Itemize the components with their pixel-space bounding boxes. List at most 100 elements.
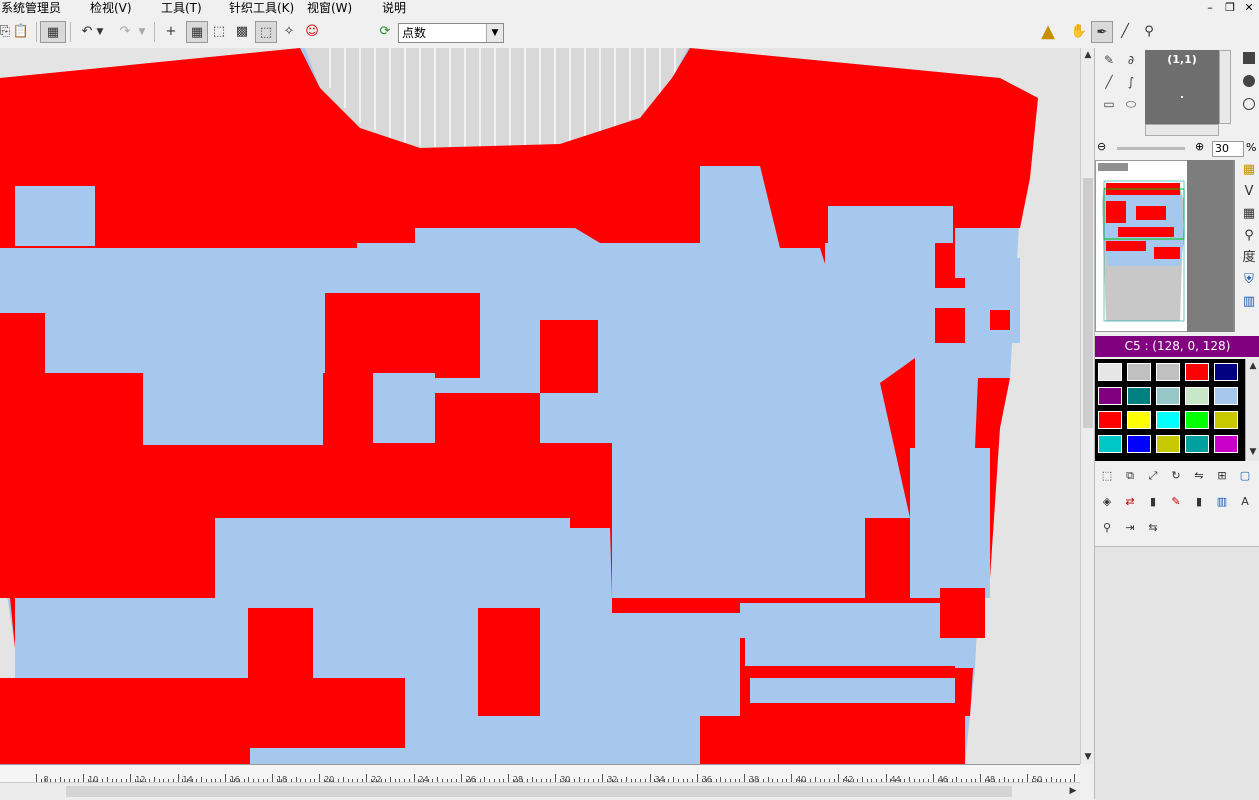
grid-icon[interactable]: ▦ bbox=[186, 21, 208, 43]
line-icon[interactable]: ╱ bbox=[1114, 21, 1136, 43]
palette-scrollbar[interactable]: ▲ ▼ bbox=[1245, 359, 1259, 461]
ellipse-icon[interactable]: ⬭ bbox=[1121, 94, 1141, 114]
marker-icon[interactable]: ⚲ bbox=[1097, 518, 1117, 538]
zoom-out-icon[interactable]: ⊖ bbox=[1097, 140, 1106, 153]
mask-icon[interactable]: ☺ bbox=[301, 21, 323, 43]
redo-icon[interactable]: ↷ bbox=[114, 21, 136, 43]
edit-brush-icon[interactable]: ✎ bbox=[1166, 492, 1186, 512]
grid-toggle-icon[interactable]: ▦ bbox=[40, 21, 66, 43]
scroll-down-icon[interactable]: ▼ bbox=[1246, 445, 1259, 459]
pencil-icon[interactable]: ✎ bbox=[1099, 50, 1119, 70]
palette-swatch[interactable] bbox=[1214, 387, 1238, 405]
bars-icon[interactable]: ▥ bbox=[1239, 292, 1259, 312]
square-brush-icon[interactable] bbox=[1243, 52, 1255, 64]
figure-icon[interactable]: ⚲ bbox=[1138, 21, 1160, 43]
garment-icon[interactable]: ▲ bbox=[1037, 21, 1059, 43]
coordinate-vscroll[interactable] bbox=[1219, 50, 1231, 124]
palette-swatch[interactable] bbox=[1098, 387, 1122, 405]
column-repeat-icon[interactable]: ▮ bbox=[1189, 492, 1209, 512]
unit-select[interactable]: 点数 ▼ bbox=[398, 23, 504, 43]
palette-swatch[interactable] bbox=[1127, 387, 1151, 405]
scroll-up-icon[interactable]: ▲ bbox=[1246, 359, 1259, 373]
select-region-icon[interactable]: ⬚ bbox=[1097, 466, 1117, 486]
close-icon[interactable]: ✕ bbox=[1240, 0, 1258, 16]
palette-swatch[interactable] bbox=[1127, 411, 1151, 429]
copy-region-icon[interactable]: ⧉ bbox=[1120, 466, 1140, 486]
menu-view[interactable]: 检视(V) bbox=[90, 0, 132, 16]
menu-help[interactable]: 说明 bbox=[382, 0, 406, 16]
redo-dropdown-icon[interactable]: ▼ bbox=[136, 21, 148, 43]
hand-icon[interactable]: ✋ bbox=[1068, 21, 1090, 43]
paste-icon[interactable]: 📋 bbox=[10, 21, 32, 43]
pattern-icon[interactable]: ▩ bbox=[231, 21, 253, 43]
palette-swatch[interactable] bbox=[1185, 411, 1209, 429]
design-canvas[interactable] bbox=[0, 48, 1080, 764]
zoom-input[interactable]: 30 bbox=[1212, 141, 1244, 157]
round-brush-icon[interactable] bbox=[1243, 75, 1255, 87]
magic-icon[interactable]: ✧ bbox=[278, 21, 300, 43]
palette-swatch[interactable] bbox=[1156, 435, 1180, 453]
column-icon[interactable]: ▮ bbox=[1143, 492, 1163, 512]
align-icon[interactable]: ⇥ bbox=[1120, 518, 1140, 538]
line-icon[interactable]: ╱ bbox=[1099, 72, 1119, 92]
chart-icon[interactable]: ▥ bbox=[1212, 492, 1232, 512]
palette-swatch[interactable] bbox=[1185, 363, 1209, 381]
palette-swatch[interactable] bbox=[1156, 387, 1180, 405]
degree-icon[interactable]: 度 bbox=[1239, 248, 1259, 268]
crosshair-icon[interactable]: + bbox=[160, 21, 182, 43]
knit-v-icon[interactable]: V bbox=[1239, 182, 1259, 202]
menu-system-admin[interactable]: 系统管理员 bbox=[1, 0, 61, 16]
scroll-right-icon[interactable]: ▶ bbox=[1066, 784, 1080, 798]
palette-swatch[interactable] bbox=[1127, 363, 1151, 381]
palette-swatch[interactable] bbox=[1098, 411, 1122, 429]
cut-grid-icon[interactable]: ⊞ bbox=[1212, 466, 1232, 486]
scroll-down-icon[interactable]: ▼ bbox=[1081, 750, 1095, 764]
canvas-vertical-scrollbar[interactable]: ▲ ▼ bbox=[1080, 48, 1095, 764]
palette-swatch[interactable] bbox=[1185, 435, 1209, 453]
scrollbar-thumb[interactable] bbox=[1083, 178, 1093, 428]
palette-swatch[interactable] bbox=[1214, 363, 1238, 381]
brush-icon[interactable]: ∂ bbox=[1121, 50, 1141, 70]
lasso-icon[interactable]: ⬚ bbox=[255, 21, 277, 43]
palette-swatch[interactable] bbox=[1185, 387, 1209, 405]
palette-swatch[interactable] bbox=[1156, 411, 1180, 429]
text-icon[interactable]: A bbox=[1235, 492, 1255, 512]
undo-dropdown-icon[interactable]: ▼ bbox=[94, 21, 106, 43]
scroll-up-icon[interactable]: ▲ bbox=[1081, 48, 1095, 62]
canvas-horizontal-scrollbar[interactable]: ▶ bbox=[0, 782, 1080, 800]
palette-swatch[interactable] bbox=[1214, 411, 1238, 429]
rotate-icon[interactable]: ↻ bbox=[1166, 466, 1186, 486]
preview-scrollbar[interactable] bbox=[1233, 160, 1235, 332]
palette-swatch[interactable] bbox=[1098, 363, 1122, 381]
select-icon[interactable]: ⬚ bbox=[208, 21, 230, 43]
chevron-down-icon[interactable]: ▼ bbox=[486, 24, 503, 42]
table-icon[interactable]: ▦ bbox=[1239, 204, 1259, 224]
frame-icon[interactable]: ▢ bbox=[1235, 466, 1255, 486]
resize-icon[interactable]: ⤢ bbox=[1143, 466, 1163, 486]
scrollbar-thumb[interactable] bbox=[66, 786, 1012, 797]
menu-window[interactable]: 视窗(W) bbox=[307, 0, 352, 16]
zoom-slider[interactable] bbox=[1117, 147, 1185, 150]
palette-swatch[interactable] bbox=[1214, 435, 1238, 453]
palette-swatch[interactable] bbox=[1127, 435, 1151, 453]
eyedropper-icon[interactable]: ✒ bbox=[1091, 21, 1113, 43]
replace-color-icon[interactable]: ⇄ bbox=[1120, 492, 1140, 512]
shield-icon[interactable]: ⛨ bbox=[1239, 270, 1259, 290]
flip-icon[interactable]: ⇋ bbox=[1189, 466, 1209, 486]
rectangle-icon[interactable]: ▭ bbox=[1099, 94, 1119, 114]
curve-icon[interactable]: ∫ bbox=[1121, 72, 1141, 92]
hollow-brush-icon[interactable] bbox=[1243, 98, 1255, 110]
layout-icon[interactable]: ▦ bbox=[1239, 160, 1259, 180]
menu-knit-tools[interactable]: 针织工具(K) bbox=[229, 0, 294, 16]
palette-swatch[interactable] bbox=[1098, 435, 1122, 453]
pin-icon[interactable]: ⚲ bbox=[1239, 226, 1259, 246]
distribute-icon[interactable]: ⇆ bbox=[1143, 518, 1163, 538]
minimize-icon[interactable]: – bbox=[1201, 0, 1219, 16]
palette-swatch[interactable] bbox=[1156, 363, 1180, 381]
zoom-in-icon[interactable]: ⊕ bbox=[1195, 140, 1204, 153]
coordinate-hscroll[interactable] bbox=[1145, 124, 1219, 136]
fill-icon[interactable]: ◈ bbox=[1097, 492, 1117, 512]
refresh-icon[interactable]: ⟳ bbox=[374, 21, 396, 43]
restore-icon[interactable]: ❐ bbox=[1221, 0, 1239, 16]
menu-tools[interactable]: 工具(T) bbox=[161, 0, 202, 16]
